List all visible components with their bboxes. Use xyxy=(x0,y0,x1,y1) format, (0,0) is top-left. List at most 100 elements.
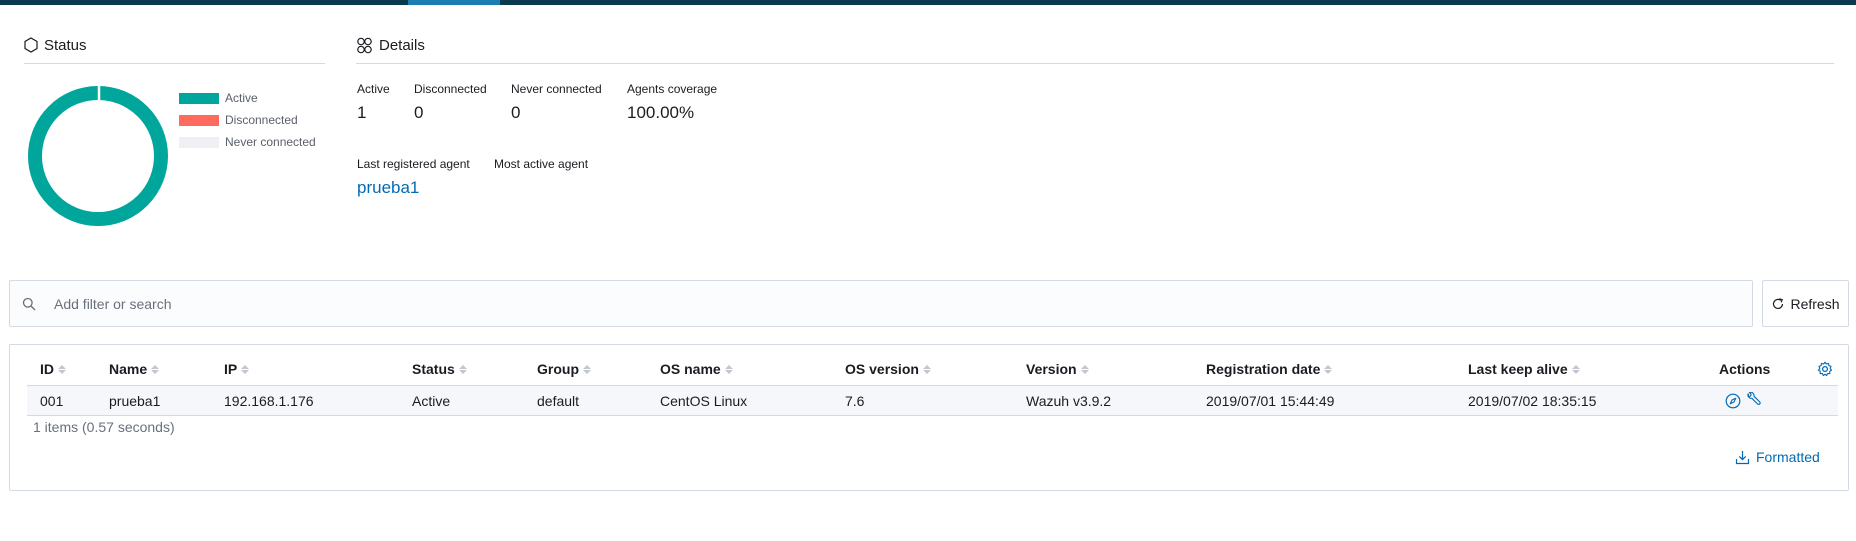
items-count: 1 items (0.57 seconds) xyxy=(33,419,175,435)
details-title: Details xyxy=(356,34,1834,56)
column-header-group[interactable]: Group xyxy=(537,353,591,385)
table-header: ID Name IP Status Group OS name OS versi… xyxy=(27,353,1838,385)
stat-last-registered: Last registered agent prueba1 xyxy=(357,157,470,198)
cell-status: Active xyxy=(412,392,451,409)
details-divider xyxy=(356,63,1834,64)
agents-table-panel: ID Name IP Status Group OS name OS versi… xyxy=(9,344,1849,491)
stat-agents-coverage-value: 100.00% xyxy=(627,103,695,122)
column-header-last-keep-alive[interactable]: Last keep alive xyxy=(1468,353,1580,385)
column-header-last-keep-alive-label: Last keep alive xyxy=(1468,361,1568,377)
sort-icon xyxy=(1324,364,1333,374)
cell-group: default xyxy=(537,392,580,409)
cell-id: 001 xyxy=(40,392,64,409)
sort-icon xyxy=(724,364,733,374)
stat-active-label: Active xyxy=(357,82,390,96)
refresh-button[interactable]: Refresh xyxy=(1762,280,1849,327)
last-registered-agent-link[interactable]: prueba1 xyxy=(357,178,470,198)
donut-active-ring xyxy=(28,86,168,226)
column-header-registration-date-label: Registration date xyxy=(1206,361,1321,377)
sort-icon xyxy=(151,364,160,374)
sort-icon xyxy=(1571,364,1580,374)
search-icon xyxy=(22,297,36,311)
status-donut-chart xyxy=(28,86,168,226)
column-header-os-version-label: OS version xyxy=(845,361,919,377)
stat-disconnected: Disconnected 0 xyxy=(414,82,487,123)
search-input[interactable] xyxy=(54,295,1654,312)
column-header-os-version[interactable]: OS version xyxy=(845,353,931,385)
compass-icon[interactable] xyxy=(1725,393,1741,409)
cell-registration-date: 2019/07/01 15:44:49 xyxy=(1206,392,1335,409)
cell-ip: 192.168.1.176 xyxy=(224,392,314,409)
stat-agents-coverage-label: Agents coverage xyxy=(627,82,718,96)
status-panel: Status Active Disconnected Never connect… xyxy=(24,34,325,234)
column-header-status[interactable]: Status xyxy=(412,353,467,385)
sort-icon xyxy=(922,364,931,374)
sort-icon xyxy=(241,364,250,374)
sort-icon xyxy=(1080,364,1089,374)
column-header-ip[interactable]: IP xyxy=(224,353,250,385)
cell-actions xyxy=(1725,386,1762,415)
legend-label-never-connected: Never connected xyxy=(225,135,316,149)
cell-os-name: CentOS Linux xyxy=(660,392,748,409)
status-divider xyxy=(24,63,325,64)
column-header-id-label: ID xyxy=(40,361,54,377)
formatted-export-button[interactable]: Formatted xyxy=(1735,449,1820,465)
details-title-label: Details xyxy=(379,36,425,54)
column-header-version-label: Version xyxy=(1026,361,1077,377)
table-row[interactable]: 001 prueba1 192.168.1.176 Active default… xyxy=(27,385,1838,416)
stat-active: Active 1 xyxy=(357,82,390,123)
stat-last-registered-label: Last registered agent xyxy=(357,157,470,171)
column-header-id[interactable]: ID xyxy=(40,353,66,385)
sort-icon xyxy=(458,364,467,374)
column-header-actions: Actions xyxy=(1719,353,1770,385)
column-header-group-label: Group xyxy=(537,361,579,377)
stat-most-active-label: Most active agent xyxy=(494,157,589,171)
wrench-icon[interactable] xyxy=(1745,392,1762,409)
cell-name: prueba1 xyxy=(109,392,161,409)
stat-never-connected-label: Never connected xyxy=(511,82,602,96)
gear-icon[interactable] xyxy=(1817,361,1833,377)
legend-item-disconnected[interactable]: Disconnected xyxy=(179,109,316,131)
stat-never-connected-value: 0 xyxy=(511,103,521,122)
legend-label-disconnected: Disconnected xyxy=(225,113,298,127)
legend-item-never-connected[interactable]: Never connected xyxy=(179,131,316,153)
cell-version: Wazuh v3.9.2 xyxy=(1026,392,1112,409)
column-header-name[interactable]: Name xyxy=(109,353,160,385)
legend-swatch-disconnected xyxy=(179,114,219,126)
column-header-actions-label: Actions xyxy=(1719,361,1771,377)
stat-most-active: Most active agent xyxy=(494,157,588,171)
legend-item-active[interactable]: Active xyxy=(179,87,316,109)
column-header-ip-label: IP xyxy=(224,361,238,377)
column-header-status-label: Status xyxy=(412,361,455,377)
download-icon xyxy=(1735,450,1750,465)
cell-last-keep-alive: 2019/07/02 18:35:15 xyxy=(1468,392,1597,409)
sort-icon xyxy=(58,364,66,374)
hexagon-icon xyxy=(24,37,38,53)
refresh-label: Refresh xyxy=(1790,295,1840,312)
refresh-icon xyxy=(1771,297,1785,311)
top-bar xyxy=(0,0,1856,5)
details-icon xyxy=(356,37,373,54)
stat-disconnected-value: 0 xyxy=(414,103,424,122)
formatted-label: Formatted xyxy=(1756,449,1820,465)
stat-disconnected-label: Disconnected xyxy=(414,82,487,96)
column-header-version[interactable]: Version xyxy=(1026,353,1089,385)
legend-swatch-active xyxy=(179,92,219,104)
column-header-name-label: Name xyxy=(109,361,148,377)
column-header-os-name[interactable]: OS name xyxy=(660,353,733,385)
status-title-label: Status xyxy=(44,36,87,54)
search-bar[interactable] xyxy=(9,280,1753,327)
legend-swatch-never-connected xyxy=(179,136,219,148)
sort-icon xyxy=(583,364,591,374)
details-panel: Details Active 1 Disconnected 0 Never co… xyxy=(356,34,1834,204)
status-legend: Active Disconnected Never connected xyxy=(179,87,316,153)
column-header-registration-date[interactable]: Registration date xyxy=(1206,353,1333,385)
stat-agents-coverage: Agents coverage 100.00% xyxy=(627,82,717,123)
legend-label-active: Active xyxy=(225,91,258,105)
top-bar-active-segment xyxy=(408,0,500,5)
column-header-os-name-label: OS name xyxy=(660,361,721,377)
stat-active-value: 1 xyxy=(357,103,367,122)
cell-os-version: 7.6 xyxy=(845,392,865,409)
status-title: Status xyxy=(24,34,325,56)
stat-never-connected: Never connected 0 xyxy=(511,82,602,123)
